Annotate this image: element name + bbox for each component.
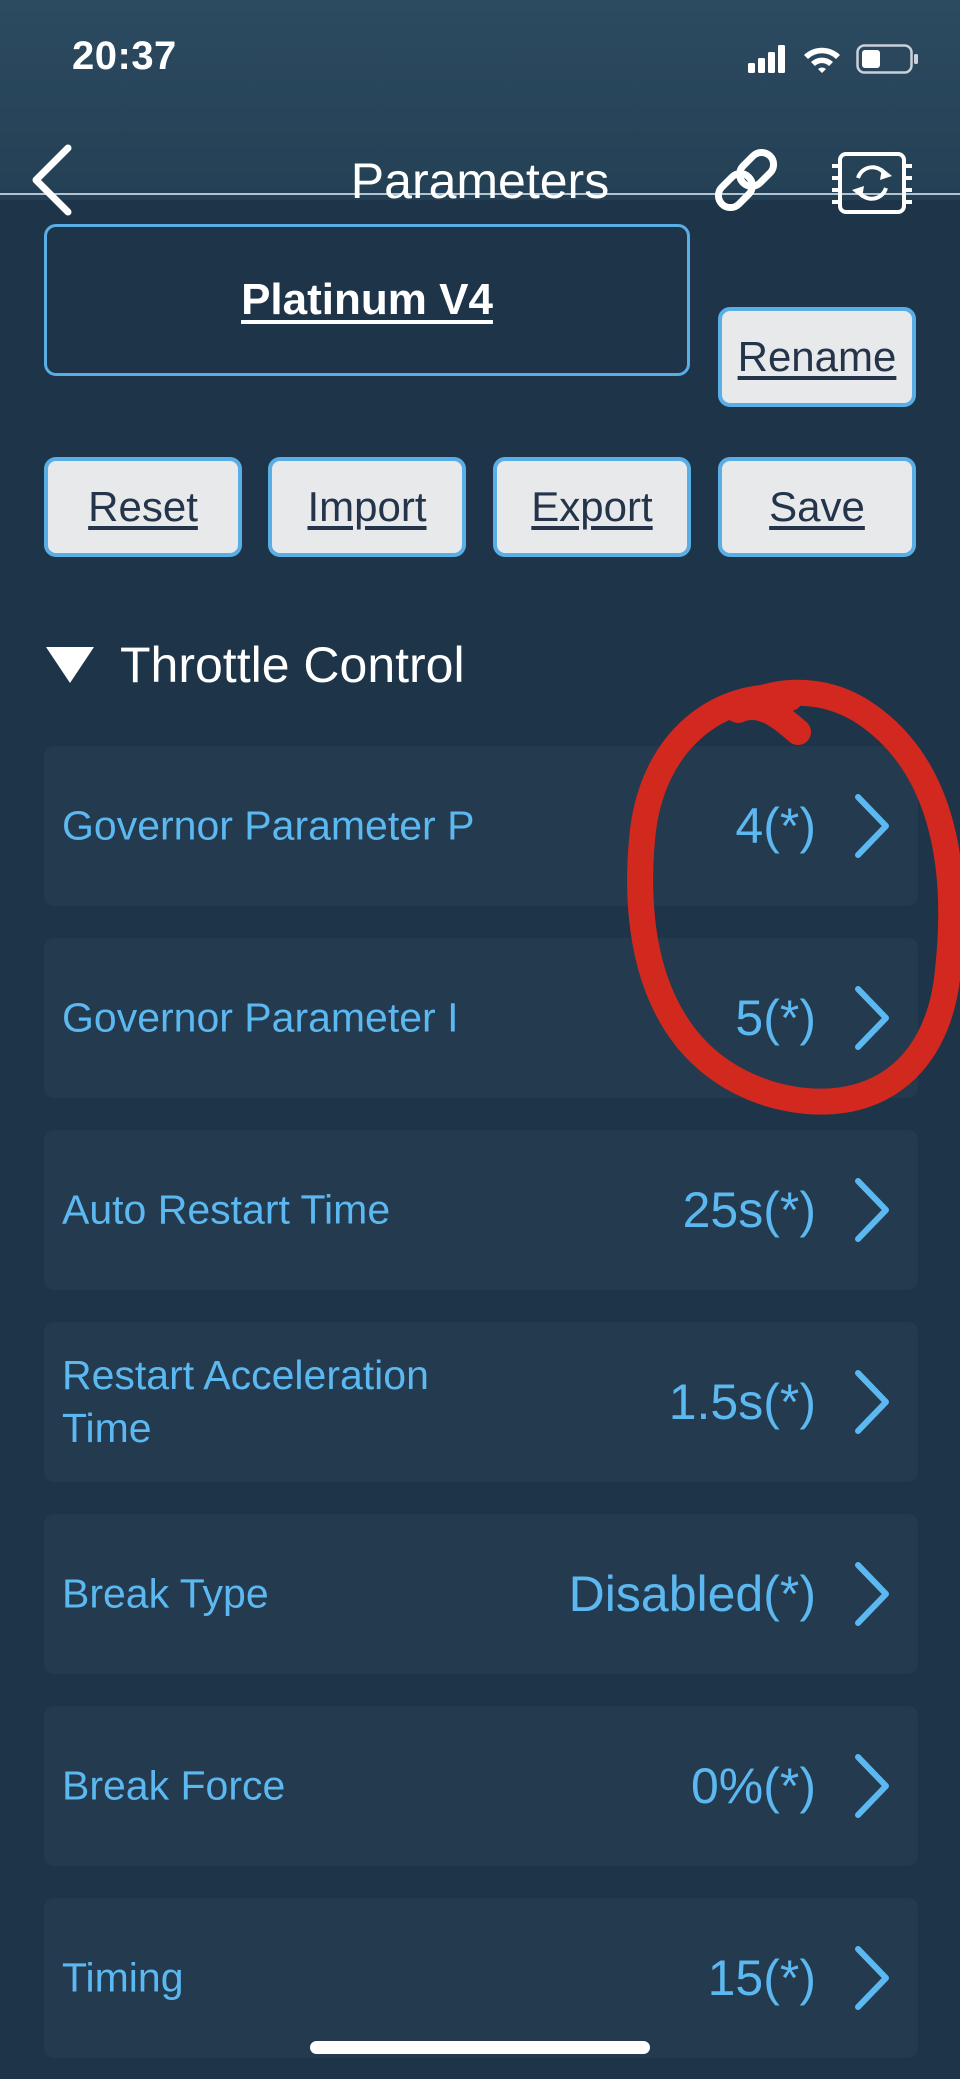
param-row-break-force[interactable]: Break Force 0%(*): [44, 1706, 918, 1866]
param-label: Break Force: [62, 1762, 286, 1809]
param-row-auto-restart-time[interactable]: Auto Restart Time 25s(*): [44, 1130, 918, 1290]
chevron-right-icon: [855, 1178, 889, 1242]
param-label: Governor Parameter P: [62, 802, 475, 849]
back-button[interactable]: [22, 140, 82, 220]
import-button[interactable]: Import: [268, 457, 466, 557]
chevron-right-icon: [855, 794, 889, 858]
reset-button[interactable]: Reset: [44, 457, 242, 557]
profile-name-field[interactable]: Platinum V4: [44, 224, 690, 376]
cellular-signal-icon: [748, 45, 785, 73]
param-value: 1.5s(*): [668, 1374, 816, 1430]
chevron-left-icon: [32, 144, 72, 216]
param-row-restart-acceleration-time[interactable]: Restart Acceleration Time 1.5s(*): [44, 1322, 918, 1482]
param-value: 25s(*): [682, 1182, 816, 1238]
status-icons: [748, 42, 920, 76]
param-value: 0%(*): [690, 1758, 816, 1814]
param-label: Timing: [62, 1954, 184, 2001]
chevron-right-icon: [855, 986, 889, 1050]
status-time: 20:37: [72, 34, 177, 78]
chip-sync-icon: [832, 152, 912, 214]
param-label: Governor Parameter I: [62, 994, 459, 1041]
param-row-governor-p[interactable]: Governor Parameter P 4(*): [44, 746, 918, 906]
sync-device-button[interactable]: [830, 148, 914, 218]
param-value: 4(*): [735, 798, 816, 854]
param-label: Break Type: [62, 1570, 269, 1617]
section-header-throttle-control[interactable]: Throttle Control: [44, 630, 465, 700]
param-row-governor-i[interactable]: Governor Parameter I 5(*): [44, 938, 918, 1098]
chevron-right-icon: [855, 1946, 889, 2010]
param-value: 5(*): [735, 990, 816, 1046]
rename-button[interactable]: Rename: [718, 307, 916, 407]
param-value: 15(*): [707, 1950, 816, 2006]
param-label: Auto Restart Time: [62, 1186, 391, 1233]
profile-name: Platinum V4: [241, 275, 493, 324]
section-title: Throttle Control: [120, 637, 465, 693]
link-button[interactable]: [708, 142, 784, 218]
battery-icon: [856, 44, 918, 74]
page-title: Parameters: [350, 153, 610, 209]
param-row-break-type[interactable]: Break Type Disabled(*): [44, 1514, 918, 1674]
chevron-right-icon: [855, 1562, 889, 1626]
param-row-timing[interactable]: Timing 15(*): [44, 1898, 918, 2058]
wifi-icon: [804, 47, 840, 73]
param-label: Restart Acceleration Time: [62, 1352, 429, 1451]
chevron-right-icon: [855, 1754, 889, 1818]
home-indicator: [310, 2041, 650, 2054]
chevron-right-icon: [855, 1370, 889, 1434]
export-button[interactable]: Export: [493, 457, 691, 557]
save-button[interactable]: Save: [718, 457, 916, 557]
link-icon: [714, 148, 778, 212]
param-value: Disabled(*): [568, 1566, 816, 1622]
triangle-down-icon: [46, 647, 94, 683]
